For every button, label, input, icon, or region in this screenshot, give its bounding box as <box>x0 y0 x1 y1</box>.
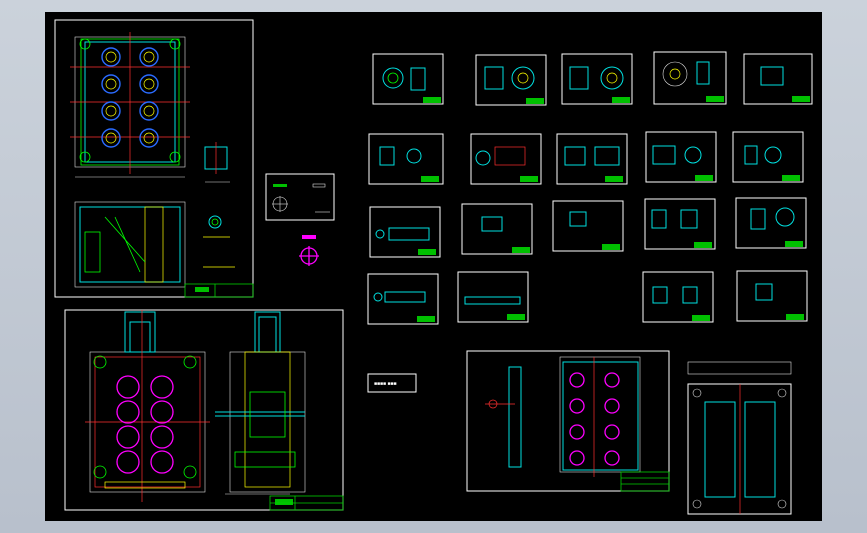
small-part-sheet <box>265 173 335 221</box>
mold-assembly-sheet <box>64 309 344 511</box>
magenta-ring-symbol <box>299 235 319 266</box>
center-note-text: ■■■■ ■■■ <box>374 381 397 387</box>
drawing-sheet: ■■■■ ■■■ <box>54 19 813 515</box>
cavity-plate-plan-sheet <box>54 19 254 298</box>
assembly-cavities <box>116 375 174 474</box>
plate-detail-sheet <box>466 350 670 492</box>
plate-cavities <box>569 372 620 466</box>
center-note: ■■■■ ■■■ <box>367 373 417 393</box>
cad-drawing-canvas[interactable]: ■■■■ ■■■ <box>45 12 822 521</box>
parts-detail-grid <box>367 51 813 325</box>
insert-plate-sheet <box>687 361 792 515</box>
